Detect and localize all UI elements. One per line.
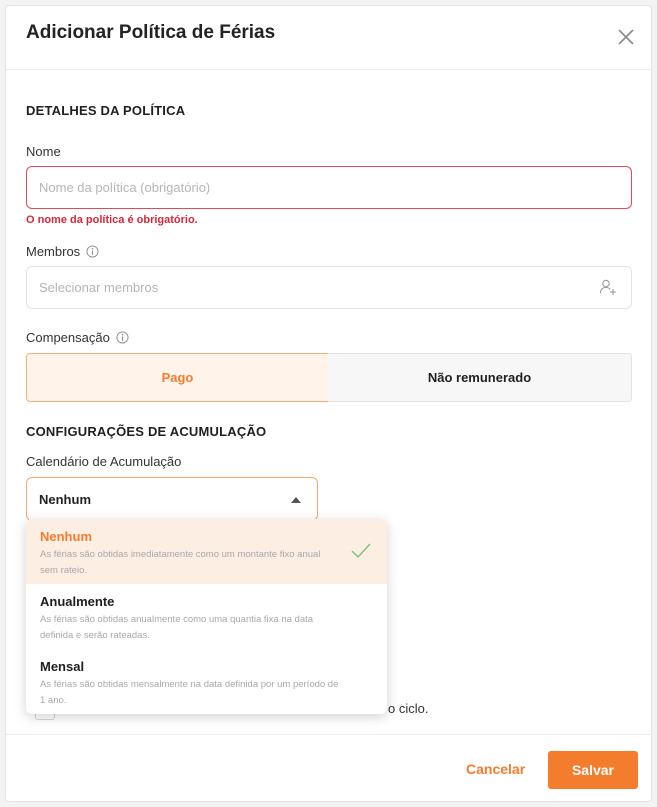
close-icon[interactable] (615, 26, 637, 48)
accrual-settings-heading: CONFIGURAÇÕES DE ACUMULAÇÃO (26, 424, 267, 439)
compensation-paid-option[interactable]: Pago (26, 353, 329, 402)
compensation-label-text: Compensação (26, 330, 110, 345)
add-user-icon[interactable] (599, 278, 617, 296)
info-icon[interactable] (116, 331, 129, 344)
accrual-calendar-value: Nenhum (39, 491, 91, 507)
accrual-calendar-select[interactable]: Nenhum (26, 477, 318, 521)
partially-hidden-text: o ciclo. (388, 701, 429, 716)
option-description: As férias são obtidas imediatamente como… (40, 549, 321, 576)
vacation-policy-modal: Adicionar Política de Férias DETALHES DA… (5, 5, 652, 802)
accrual-calendar-dropdown: Nenhum As férias são obtidas imediatamen… (26, 519, 387, 714)
modal-title: Adicionar Política de Férias (26, 22, 276, 43)
dropdown-option-none[interactable]: Nenhum As férias são obtidas imediatamen… (26, 519, 387, 584)
checkmark-icon (351, 543, 371, 559)
name-label-text: Nome (26, 144, 61, 159)
policy-details-heading: DETALHES DA POLÍTICA (26, 103, 186, 118)
members-select-input[interactable] (26, 266, 632, 309)
members-label: Membros (26, 244, 99, 259)
option-title: Anualmente (40, 594, 115, 609)
caret-up-icon (291, 497, 301, 503)
option-description: As férias são obtidas anualmente como um… (40, 614, 314, 641)
policy-name-input[interactable] (26, 166, 632, 209)
modal-header: Adicionar Política de Férias (6, 6, 651, 70)
compensation-label: Compensação (26, 330, 129, 345)
option-title: Mensal (40, 659, 85, 674)
name-label: Nome (26, 144, 61, 159)
members-label-text: Membros (26, 244, 81, 259)
option-title: Nenhum (40, 529, 92, 544)
compensation-unpaid-option[interactable]: Não remunerado (328, 353, 632, 402)
save-button[interactable]: Salvar (548, 751, 638, 789)
name-error-message: O nome da política é obrigatório. (26, 214, 198, 226)
dropdown-option-monthly[interactable]: Mensal As férias são obtidas mensalmente… (26, 649, 387, 714)
info-icon[interactable] (86, 245, 99, 258)
cancel-button[interactable]: Cancelar (466, 761, 525, 777)
accrual-calendar-label: Calendário de Acumulação (26, 454, 181, 469)
accrual-calendar-label-text: Calendário de Acumulação (26, 454, 182, 469)
dropdown-option-annually[interactable]: Anualmente As férias são obtidas anualme… (26, 584, 387, 649)
option-description: As férias são obtidas mensalmente na dat… (40, 679, 339, 706)
